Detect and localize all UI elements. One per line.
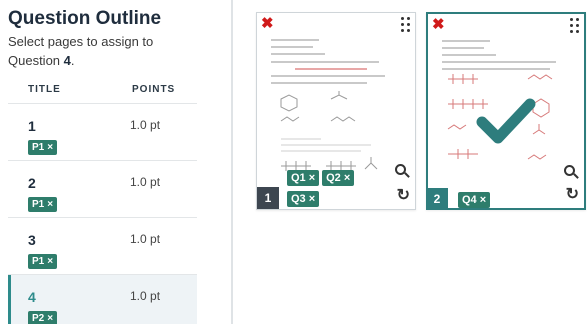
zoom-in-icon[interactable]: [395, 164, 410, 178]
page-tag-label: P2: [32, 313, 45, 324]
subtitle-question-number: 4: [63, 53, 71, 68]
delete-icon[interactable]: ✖: [432, 17, 445, 32]
subtitle-prefix: Select pages to assign to: [8, 34, 154, 49]
remove-tag-icon[interactable]: ×: [47, 142, 53, 153]
kebab-menu-icon[interactable]: [401, 17, 411, 33]
question-number: 4: [28, 289, 36, 305]
outline-subtitle: Select pages to assign to Question 4.: [8, 32, 198, 70]
delete-icon[interactable]: ✖: [261, 16, 274, 31]
question-tag-label: Q4: [462, 194, 477, 206]
question-tag-label: Q3: [291, 193, 306, 205]
remove-tag-icon[interactable]: ×: [309, 172, 315, 184]
column-header-points: POINTS: [132, 84, 176, 95]
page-tag-label: P1: [32, 256, 45, 267]
question-number: 1: [28, 118, 36, 134]
question-number: 3: [28, 232, 36, 248]
page-tag[interactable]: P1 ×: [28, 197, 58, 212]
question-row-2[interactable]: 2 1.0 pt P1 ×: [8, 161, 197, 218]
page-question-tags: Q1 × Q2 × Q3 ×: [287, 168, 387, 210]
question-row-1[interactable]: 1 1.0 pt P1 ×: [8, 104, 197, 161]
subtitle-question-word: Question: [8, 53, 61, 68]
page-tag-label: P1: [32, 142, 45, 153]
question-outline-panel: Question Outline Select pages to assign …: [0, 0, 232, 324]
rotate-icon[interactable]: ↻: [566, 187, 579, 203]
kebab-menu-icon[interactable]: [570, 18, 580, 34]
page-card-1[interactable]: ✖ Q1 × Q2 × Q3 × ↻ 1: [256, 12, 416, 210]
question-tag[interactable]: Q2 ×: [322, 170, 355, 186]
page-number: 1: [257, 187, 279, 209]
page-thumbnails-area: ✖ Q1 × Q2 × Q3 × ↻ 1 ✖ Q4 × ↻ 2: [233, 0, 587, 324]
page-tag-label: P1: [32, 199, 45, 210]
question-points: 1.0 pt: [130, 118, 161, 132]
question-points: 1.0 pt: [130, 289, 161, 303]
question-row-3[interactable]: 3 1.0 pt P1 ×: [8, 218, 197, 275]
question-list: 1 1.0 pt P1 × 2 1.0 pt P1 × 3 1.0 pt P1 × 4…: [8, 103, 197, 324]
question-tag[interactable]: Q4 ×: [458, 192, 491, 208]
subtitle-suffix: .: [70, 53, 75, 68]
outline-title: Question Outline: [8, 8, 162, 29]
page-tag[interactable]: P1 ×: [28, 254, 58, 269]
remove-tag-icon[interactable]: ×: [47, 199, 53, 210]
page-number: 2: [426, 188, 448, 210]
page-tag[interactable]: P2 ×: [28, 311, 58, 324]
question-tag[interactable]: Q1 ×: [287, 170, 320, 186]
rotate-icon[interactable]: ↻: [397, 188, 410, 204]
question-points: 1.0 pt: [130, 232, 161, 246]
question-points: 1.0 pt: [130, 175, 161, 189]
question-tag-label: Q2: [326, 172, 341, 184]
check-icon: [476, 98, 536, 144]
remove-tag-icon[interactable]: ×: [344, 172, 350, 184]
remove-tag-icon[interactable]: ×: [47, 256, 53, 267]
question-tag[interactable]: Q3 ×: [287, 191, 320, 207]
remove-tag-icon[interactable]: ×: [480, 194, 486, 206]
remove-tag-icon[interactable]: ×: [309, 193, 315, 205]
question-tag-label: Q1: [291, 172, 306, 184]
question-row-4[interactable]: 4 1.0 pt P2 ×: [8, 275, 197, 324]
page-preview: [271, 39, 391, 89]
remove-tag-icon[interactable]: ×: [47, 313, 53, 324]
page-card-2[interactable]: ✖ Q4 × ↻ 2: [426, 12, 586, 210]
zoom-in-icon[interactable]: [564, 165, 579, 179]
column-header-title: TITLE: [28, 84, 61, 95]
question-number: 2: [28, 175, 36, 191]
page-question-tags: Q4 ×: [458, 190, 493, 211]
page-tag[interactable]: P1 ×: [28, 140, 58, 155]
